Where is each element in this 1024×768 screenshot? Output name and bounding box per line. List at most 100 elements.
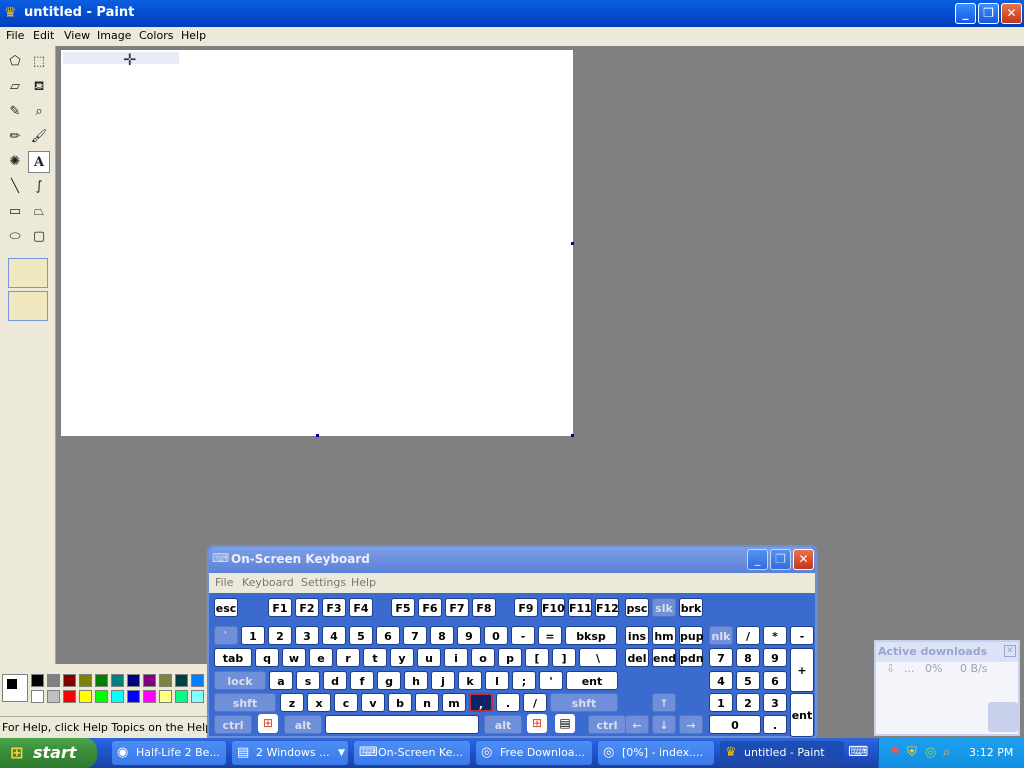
key-r1-6[interactable]: F6 (418, 598, 442, 617)
key-r3-3[interactable]: e (309, 648, 333, 667)
menu-key-icon[interactable]: ▤ (555, 714, 575, 733)
palette-swatch[interactable] (79, 690, 92, 703)
windows-key-left-icon[interactable]: ⊞ (258, 714, 278, 733)
osk-minimize-button[interactable]: _ (747, 549, 768, 570)
palette-swatch[interactable] (79, 674, 92, 687)
key-r5-4[interactable]: v (361, 693, 385, 712)
key-r5-2[interactable]: x (307, 693, 331, 712)
key-r5-13[interactable]: 1 (709, 693, 733, 712)
key-r6-4[interactable]: ← (625, 715, 649, 734)
minimize-button[interactable]: _ (955, 3, 976, 24)
brush-icon[interactable]: 🖌 (28, 126, 50, 148)
key-r3-0[interactable]: tab (214, 648, 252, 667)
key-r3-11[interactable]: [ (525, 648, 549, 667)
key-r1-11[interactable]: F11 (568, 598, 592, 617)
opaque-background-option[interactable] (8, 258, 48, 288)
palette-swatch[interactable] (47, 674, 60, 687)
key-r5-6[interactable]: n (415, 693, 439, 712)
key-r2-2[interactable]: 2 (268, 626, 292, 645)
key-r6-1[interactable]: alt (284, 715, 322, 734)
key-r6-8[interactable]: . (763, 715, 787, 734)
key-r4-2[interactable]: s (296, 671, 320, 690)
taskbar-item-on-screen-keyboard[interactable]: ⌨ On-Screen Ke... (354, 741, 470, 765)
key-r5-1[interactable]: z (280, 693, 304, 712)
key-r1-14[interactable]: slk (652, 598, 676, 617)
key-r1-3[interactable]: F3 (322, 598, 346, 617)
key-r3-17[interactable]: 7 (709, 648, 733, 667)
palette-swatch[interactable] (63, 674, 76, 687)
key-r6-5[interactable]: ↓ (652, 715, 676, 734)
rect-select-icon[interactable]: ⬚ (28, 51, 50, 73)
key-r2-1[interactable]: 1 (241, 626, 265, 645)
palette-swatch[interactable] (111, 674, 124, 687)
color-picker-icon[interactable]: ✎ (4, 101, 26, 123)
key-r3-1[interactable]: q (255, 648, 279, 667)
key-r6-7[interactable]: 0 (709, 715, 761, 734)
key-r5-15[interactable]: 3 (763, 693, 787, 712)
key-r6-2[interactable]: alt (484, 715, 522, 734)
key-r2-12[interactable]: = (538, 626, 562, 645)
key-r5-0[interactable]: shft (214, 693, 276, 712)
key-r2-18[interactable]: / (736, 626, 760, 645)
key-r2-10[interactable]: 0 (484, 626, 508, 645)
key-r5-12[interactable]: ↑ (652, 693, 676, 712)
key-r1-13[interactable]: psc (625, 598, 649, 617)
taskbar-item-free-download[interactable]: ◎ Free Downloa... (476, 741, 592, 765)
curve-icon[interactable]: ∫ (28, 176, 50, 198)
osk-menu-file[interactable]: File (215, 576, 233, 589)
key-r3-12[interactable]: ] (552, 648, 576, 667)
text-box[interactable] (63, 52, 179, 64)
key-r3-20[interactable]: + (790, 648, 814, 692)
transparent-background-option[interactable] (8, 291, 48, 321)
menu-help[interactable]: Help (181, 29, 206, 42)
key-r2-19[interactable]: * (763, 626, 787, 645)
key-r3-9[interactable]: o (471, 648, 495, 667)
close-button[interactable]: ✕ (1001, 3, 1022, 24)
key-r2-0[interactable]: ` (214, 626, 238, 645)
free-select-icon[interactable]: ⬠ (4, 51, 26, 73)
taskbar-item-paint[interactable]: ♛ untitled - Paint (720, 741, 844, 765)
key-r4-10[interactable]: ; (512, 671, 536, 690)
key-r2-7[interactable]: 7 (403, 626, 427, 645)
download-tray-icon[interactable]: ◎ (925, 745, 936, 760)
key-r3-14[interactable]: del (625, 648, 649, 667)
line-icon[interactable]: ╲ (4, 176, 26, 198)
key-r1-1[interactable]: F1 (268, 598, 292, 617)
key-r3-13[interactable]: \ (579, 648, 617, 667)
key-r2-17[interactable]: nlk (709, 626, 733, 645)
key-r3-19[interactable]: 9 (763, 648, 787, 667)
palette-swatch[interactable] (47, 690, 60, 703)
palette-swatch[interactable] (143, 690, 156, 703)
palette-swatch[interactable] (31, 674, 44, 687)
palette-swatch[interactable] (111, 690, 124, 703)
maximize-button[interactable]: ❐ (978, 3, 999, 24)
key-r5-16[interactable]: ent (790, 693, 814, 737)
key-r2-3[interactable]: 3 (295, 626, 319, 645)
taskbar-item-windows-group[interactable]: ▤ 2 Windows ... ▼ (232, 741, 348, 765)
taskbar-item-index-download[interactable]: ◎ [0%] - index.... (598, 741, 714, 765)
key-r5-10[interactable]: / (523, 693, 547, 712)
key-r5-3[interactable]: c (334, 693, 358, 712)
key-r1-9[interactable]: F9 (514, 598, 538, 617)
resize-handle[interactable] (571, 434, 574, 437)
palette-swatch[interactable] (95, 690, 108, 703)
key-r6-6[interactable]: → (679, 715, 703, 734)
key-r3-6[interactable]: y (390, 648, 414, 667)
tray-app-icon[interactable]: ⚑ (889, 745, 901, 760)
osk-menu-help[interactable]: Help (351, 576, 376, 589)
key-r2-4[interactable]: 4 (322, 626, 346, 645)
download-row[interactable]: ⇩ ... 0% 0 B/s (876, 662, 1018, 676)
fill-bucket-icon[interactable]: ⛾ (28, 76, 50, 98)
palette-swatch[interactable] (191, 690, 204, 703)
key-r3-8[interactable]: i (444, 648, 468, 667)
key-r2-13[interactable]: bksp (565, 626, 617, 645)
polygon-icon[interactable]: ⏢ (28, 201, 50, 223)
key-r1-4[interactable]: F4 (349, 598, 373, 617)
osk-close-button[interactable]: ✕ (793, 549, 814, 570)
palette-swatch[interactable] (31, 690, 44, 703)
key-r4-3[interactable]: d (323, 671, 347, 690)
key-r3-4[interactable]: r (336, 648, 360, 667)
pencil-icon[interactable]: ✏ (4, 126, 26, 148)
key-r4-15[interactable]: 6 (763, 671, 787, 690)
osk-maximize-button[interactable]: ❐ (770, 549, 791, 570)
